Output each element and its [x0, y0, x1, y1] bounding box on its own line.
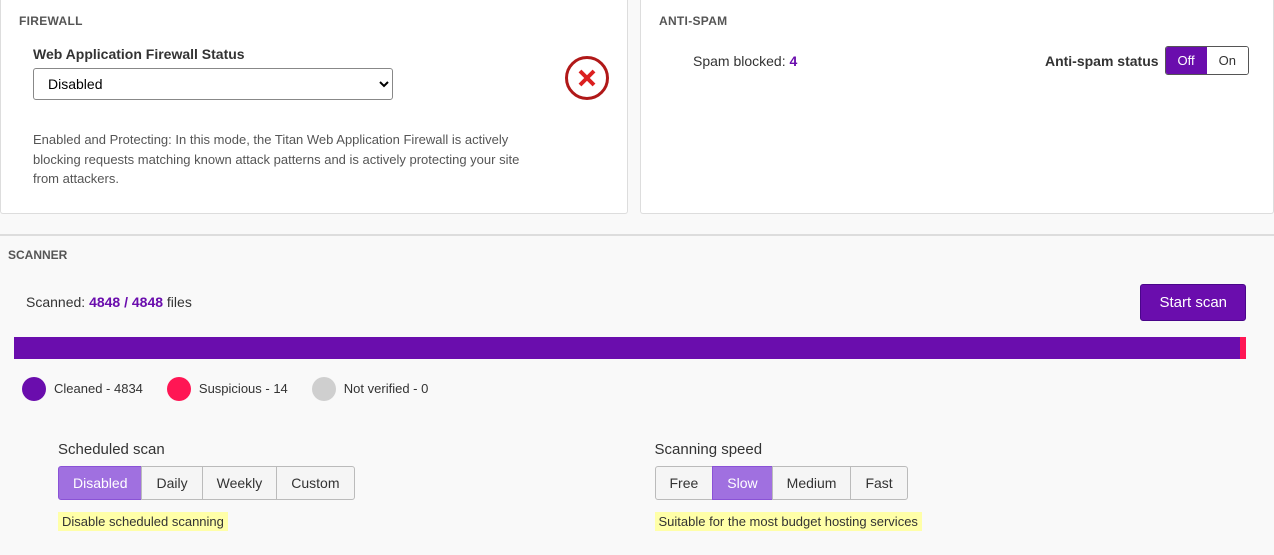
firewall-description: Enabled and Protecting: In this mode, th…: [33, 130, 525, 189]
legend-cleaned: Cleaned - 4834: [22, 377, 143, 401]
legend-suspicious: Suspicious - 14: [167, 377, 288, 401]
dot-icon: [22, 377, 46, 401]
scanned-text: Scanned: 4848 / 4848 files: [26, 294, 192, 310]
antispam-off-button[interactable]: Off: [1166, 47, 1207, 74]
dot-icon: [312, 377, 336, 401]
scan-legend: Cleaned - 4834 Suspicious - 14 Not verif…: [22, 377, 1256, 401]
scanned-value: 4848 / 4848: [89, 294, 163, 310]
scheduled-scan-segmented: Disabled Daily Weekly Custom: [58, 466, 355, 500]
x-mark-icon: [565, 56, 609, 100]
antispam-title: ANTI-SPAM: [659, 14, 1255, 28]
scanning-speed-title: Scanning speed: [655, 441, 922, 458]
progress-suspicious-segment: [1240, 337, 1246, 359]
scheduled-hint: Disable scheduled scanning: [58, 512, 228, 531]
scanner-panel: SCANNER Scanned: 4848 / 4848 files Start…: [0, 234, 1274, 555]
scheduled-custom-button[interactable]: Custom: [276, 466, 354, 500]
antispam-panel: ANTI-SPAM Spam blocked: 4 Anti-spam stat…: [640, 0, 1274, 214]
scheduled-scan-title: Scheduled scan: [58, 441, 355, 458]
firewall-status-select[interactable]: Disabled: [33, 68, 393, 100]
firewall-title: FIREWALL: [19, 14, 609, 28]
speed-fast-button[interactable]: Fast: [850, 466, 907, 500]
speed-free-button[interactable]: Free: [655, 466, 714, 500]
dot-icon: [167, 377, 191, 401]
scheduled-scan-block: Scheduled scan Disabled Daily Weekly Cus…: [58, 441, 355, 531]
start-scan-button[interactable]: Start scan: [1140, 284, 1246, 321]
speed-medium-button[interactable]: Medium: [772, 466, 852, 500]
scan-progress-bar: [14, 337, 1246, 359]
scheduled-disabled-button[interactable]: Disabled: [58, 466, 142, 500]
speed-slow-button[interactable]: Slow: [712, 466, 772, 500]
scanning-speed-block: Scanning speed Free Slow Medium Fast Sui…: [655, 441, 922, 531]
antispam-toggle: Off On: [1165, 46, 1249, 75]
legend-not-verified: Not verified - 0: [312, 377, 429, 401]
antispam-on-button[interactable]: On: [1207, 47, 1248, 74]
speed-hint: Suitable for the most budget hosting ser…: [655, 512, 922, 531]
scheduled-weekly-button[interactable]: Weekly: [202, 466, 278, 500]
spam-blocked-count: 4: [790, 53, 798, 69]
scanning-speed-segmented: Free Slow Medium Fast: [655, 466, 922, 500]
spam-blocked-text: Spam blocked: 4: [693, 53, 797, 69]
firewall-status-label: Web Application Firewall Status: [33, 46, 525, 62]
scheduled-daily-button[interactable]: Daily: [141, 466, 202, 500]
scanner-title: SCANNER: [8, 248, 1256, 262]
antispam-status-label: Anti-spam status: [1045, 53, 1159, 69]
firewall-panel: FIREWALL Web Application Firewall Status…: [0, 0, 628, 214]
